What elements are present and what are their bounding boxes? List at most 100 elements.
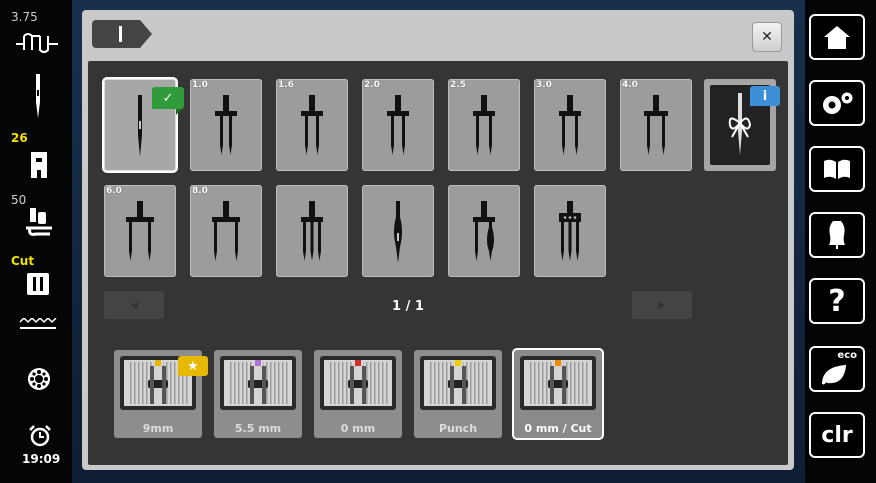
- needle-icon: [36, 74, 40, 118]
- stitch-width-value: 3.75: [11, 10, 38, 24]
- needle-card-triple[interactable]: [276, 185, 348, 277]
- presser-foot-punch[interactable]: Punch: [414, 350, 502, 438]
- eco-label: eco: [837, 350, 857, 361]
- twin-needle-icon: [644, 95, 668, 155]
- clear-label: clr: [821, 422, 853, 448]
- help-icon: ?: [828, 283, 846, 319]
- needle-card-twin-6-0[interactable]: 6.0: [104, 185, 176, 277]
- stitch-plate-drawing: [524, 360, 592, 406]
- presser-foot-label: Punch: [438, 422, 478, 435]
- thread-tension-value: 50: [11, 193, 27, 207]
- home-button[interactable]: [809, 14, 865, 60]
- needle-card-twin-1-6[interactable]: 1.6: [276, 79, 348, 171]
- arrow-left-icon: ◀: [130, 299, 138, 311]
- dress-form-icon: [829, 221, 845, 249]
- leaf-icon: [822, 364, 847, 385]
- star-badge: ★: [178, 356, 208, 376]
- tutorial-button[interactable]: [809, 146, 865, 192]
- help-button[interactable]: ?: [809, 278, 865, 324]
- eco-button[interactable]: eco: [809, 346, 865, 392]
- quadruple-needle-icon: [559, 201, 581, 261]
- needle-size-label: 3.0: [536, 80, 552, 90]
- close-button[interactable]: ✕: [752, 22, 782, 52]
- stitch-plate-icon: [320, 356, 396, 410]
- presser-foot-lift-icon: [26, 208, 52, 236]
- book-icon: [824, 159, 850, 179]
- twin-needle-icon: [473, 95, 495, 155]
- stitch-plate-drawing: [324, 360, 392, 406]
- needle-select-control[interactable]: [0, 70, 72, 120]
- needle-info-card[interactable]: i: [704, 79, 780, 171]
- presser-foot-5-5mm[interactable]: 5.5 mm: [214, 350, 302, 438]
- twin-needle-icon: [126, 201, 154, 261]
- needle-size-label: 1.6: [278, 80, 294, 90]
- stitch-plate-icon: [520, 356, 596, 410]
- next-page-button[interactable]: ▶: [632, 291, 692, 319]
- gears-icon: [823, 92, 853, 114]
- stitch-plate-drawing: [424, 360, 492, 406]
- presser-foot-icon: [31, 152, 47, 178]
- twin-needle-icon: [559, 95, 581, 155]
- creative-consultant-button[interactable]: [809, 212, 865, 258]
- needle-card-wing[interactable]: [362, 185, 434, 277]
- presser-foot-0mm[interactable]: 0 mm: [314, 350, 402, 438]
- needle-card-twin-3-0[interactable]: 3.0: [534, 79, 606, 171]
- clock-control[interactable]: 19:09: [0, 420, 72, 472]
- bobbin-control[interactable]: [0, 362, 72, 398]
- needle-size-label: 6.0: [106, 186, 122, 196]
- presser-pressure-control[interactable]: 26: [0, 128, 72, 184]
- clear-button[interactable]: clr: [809, 412, 865, 458]
- stitch-plate-icon: [420, 356, 496, 410]
- bobbin-icon: [28, 368, 50, 390]
- stitch-width-icon: [16, 33, 58, 53]
- presser-pressure-value: 26: [11, 131, 28, 145]
- stitch-plate-drawing: [224, 360, 292, 406]
- needle-selection-dialog: ✕ ✓ 1.0 1.6 2.0 2.5 3.0 4.0 i 6.0 8.0 ◀ …: [82, 10, 794, 470]
- needle-card-double-wing[interactable]: [448, 185, 520, 277]
- arrow-right-icon: ▶: [658, 299, 666, 311]
- home-icon: [824, 26, 850, 49]
- twin-needle-icon: [212, 201, 240, 261]
- needle-card-twin-1-0[interactable]: 1.0: [190, 79, 262, 171]
- needle-card-twin-4-0[interactable]: 4.0: [620, 79, 692, 171]
- double-wing-needle-icon: [473, 201, 495, 261]
- dialog-title-tab: [92, 20, 152, 48]
- stitch-plate-icon: [220, 356, 296, 410]
- stitch-plate-icon: [27, 273, 49, 295]
- cutter-mode-value: Cut: [11, 254, 35, 268]
- selected-check-badge: ✓: [152, 87, 184, 109]
- presser-foot-label: 0 mm / Cut: [524, 422, 592, 435]
- needle-card-twin-2-0[interactable]: 2.0: [362, 79, 434, 171]
- close-icon: ✕: [761, 29, 773, 45]
- right-menu-bar: ? eco clr: [805, 0, 876, 483]
- feed-dog-icon: [19, 318, 57, 329]
- twin-needle-icon: [387, 95, 409, 155]
- feed-dog-control[interactable]: [0, 312, 72, 342]
- settings-button[interactable]: [809, 80, 865, 126]
- stitch-width-control[interactable]: 3.75: [0, 6, 72, 60]
- needle-card-twin-2-5[interactable]: 2.5: [448, 79, 520, 171]
- needle-card-quadruple[interactable]: [534, 185, 606, 277]
- needle-size-label: 2.5: [450, 80, 466, 90]
- needle-card-single[interactable]: ✓: [104, 79, 184, 171]
- presser-foot-9mm[interactable]: ★ 9mm: [114, 350, 208, 438]
- needle-card-twin-8-0[interactable]: 8.0: [190, 185, 262, 277]
- previous-page-button[interactable]: ◀: [104, 291, 164, 319]
- page-indicator: 1 / 1: [392, 299, 424, 314]
- cutter-control[interactable]: Cut: [0, 252, 72, 298]
- presser-foot-label: 9mm: [142, 422, 174, 435]
- needle-panel: ✓ 1.0 1.6 2.0 2.5 3.0 4.0 i 6.0 8.0 ◀ 1 …: [88, 61, 788, 465]
- left-status-bar: 3.75 26 50 Cut 19:09: [0, 0, 72, 483]
- clock-time: 19:09: [22, 452, 61, 466]
- presser-foot-label: 0 mm: [340, 422, 376, 435]
- presser-foot-0mm-cut[interactable]: 0 mm / Cut: [514, 350, 602, 438]
- twin-needle-icon: [215, 95, 237, 155]
- twin-needle-icon: [301, 95, 323, 155]
- presser-foot-label: 5.5 mm: [234, 422, 282, 435]
- needle-size-label: 8.0: [192, 186, 208, 196]
- thread-tension-control[interactable]: 50: [0, 190, 72, 242]
- needle-size-label: 2.0: [364, 80, 380, 90]
- alarm-clock-icon: [29, 425, 51, 447]
- needle-size-label: 1.0: [192, 80, 208, 90]
- sewing-machine-screen: 3.75 26 50 Cut 19:09 ✕ ✓ 1.0 1.6 2.0 2.5…: [0, 0, 876, 483]
